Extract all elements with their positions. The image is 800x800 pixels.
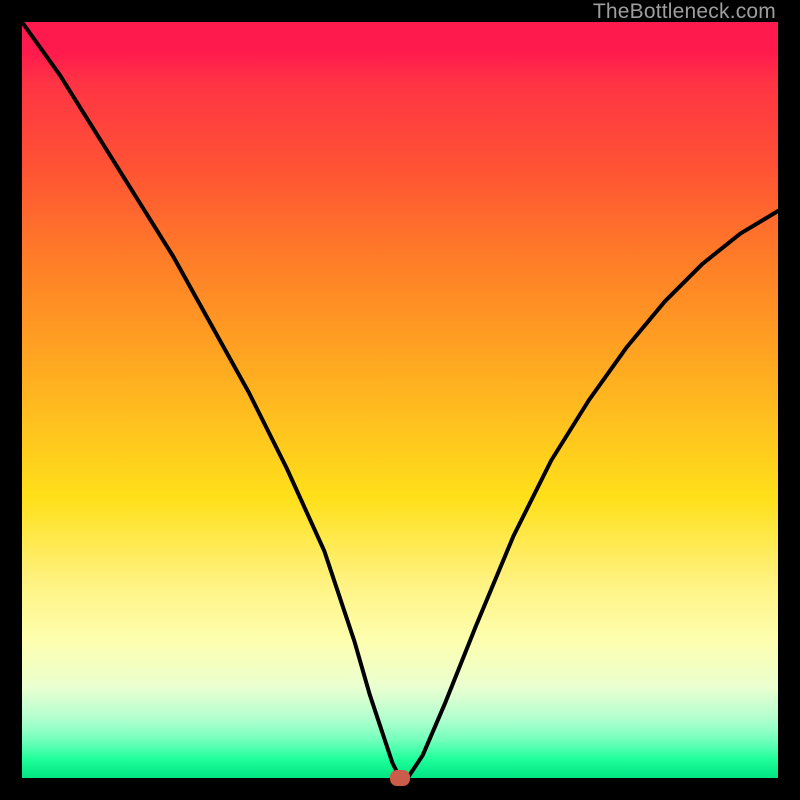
bottleneck-curve [22,22,778,778]
chart-frame: TheBottleneck.com [0,0,800,800]
watermark-label: TheBottleneck.com [593,0,776,24]
plot-area [22,22,778,778]
bottleneck-marker [390,770,410,786]
